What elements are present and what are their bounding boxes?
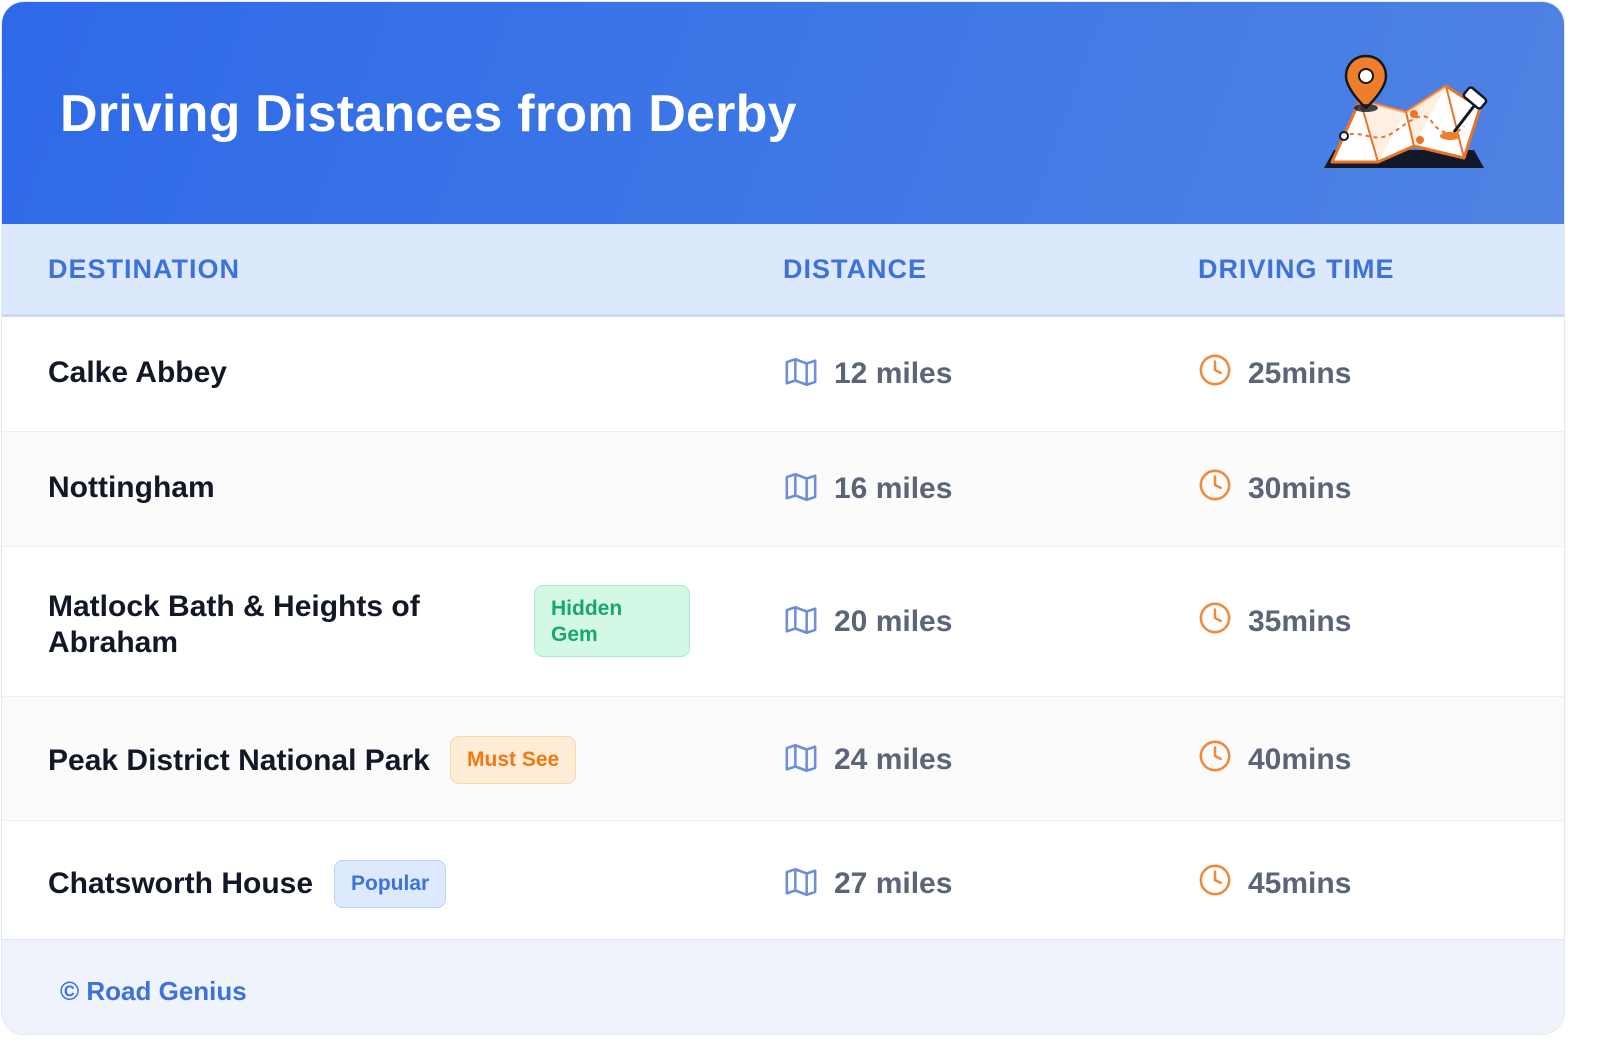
map-pin-illustration-icon [1324, 54, 1488, 168]
copyright-text: © Road Genius [60, 976, 247, 1006]
table-row: Calke Abbey 12 miles 25mins [2, 317, 1564, 432]
table-row: Chatsworth House Popular 27 miles 45mins [2, 821, 1564, 946]
distance-card: Driving Distances from Derby DESTINATION… [2, 2, 1564, 1034]
destination-name: Chatsworth House [48, 867, 314, 900]
popular-badge: Popular [334, 860, 447, 908]
driving-time-value: 40mins [1248, 743, 1352, 776]
destination-name: Nottingham [48, 471, 215, 504]
table-row: Matlock Bath & Heights of Abraham Hidden… [2, 547, 1564, 697]
map-icon [785, 472, 817, 502]
map-icon [785, 867, 817, 897]
page-title: Driving Distances from Derby [60, 85, 797, 143]
table-header: DESTINATION DISTANCE DRIVING TIME [2, 224, 1564, 317]
badge-label-line1: Hidden [551, 597, 623, 620]
header: Driving Distances from Derby [2, 2, 1564, 224]
driving-time-value: 45mins [1248, 867, 1352, 900]
table-row: Nottingham 16 miles 30mins [2, 432, 1564, 547]
column-header-destination: DESTINATION [48, 254, 240, 284]
map-icon [785, 605, 817, 635]
distance-value: 24 miles [834, 743, 953, 776]
clock-icon [1199, 864, 1231, 896]
clock-icon [1199, 602, 1231, 634]
driving-time-value: 25mins [1248, 357, 1352, 390]
map-icon [785, 357, 817, 387]
destination-name: Matlock Bath & Heights of Abraham [48, 589, 420, 661]
badge-label-line2: Gem [551, 623, 598, 646]
hidden-gem-badge: Hidden Gem [534, 585, 690, 657]
clock-icon [1199, 469, 1231, 501]
destination-name: Calke Abbey [48, 356, 227, 389]
destination-name-line2: Abraham [48, 626, 179, 659]
driving-time-value: 30mins [1248, 472, 1352, 505]
distance-value: 27 miles [834, 867, 953, 900]
map-icon [785, 743, 817, 773]
clock-icon [1199, 740, 1231, 772]
driving-time-value: 35mins [1248, 605, 1352, 638]
destination-name: Peak District National Park [48, 744, 430, 777]
distance-value: 20 miles [834, 605, 953, 638]
table-row: Peak District National Park Must See 24 … [2, 697, 1564, 821]
must-see-badge: Must See [450, 736, 577, 784]
column-header-distance: DISTANCE [783, 254, 928, 284]
distance-value: 16 miles [834, 472, 953, 505]
column-header-driving-time: DRIVING TIME [1198, 254, 1395, 284]
footer: © Road Genius [2, 939, 1564, 1034]
clock-icon [1199, 354, 1231, 386]
destination-name-line1: Matlock Bath & Heights of [48, 590, 420, 623]
distance-value: 12 miles [834, 357, 953, 390]
